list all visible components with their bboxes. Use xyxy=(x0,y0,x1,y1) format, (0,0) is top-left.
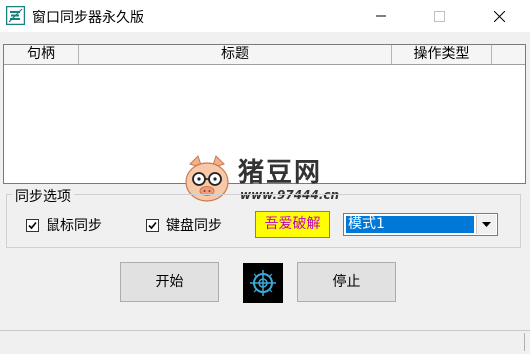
crosshair-icon xyxy=(250,270,276,296)
checkbox-box[interactable] xyxy=(26,218,39,232)
minimize-icon xyxy=(376,15,386,17)
dropdown-button[interactable] xyxy=(476,215,496,234)
close-button[interactable] xyxy=(476,0,522,32)
mouse-sync-checkbox[interactable]: 鼠标同步 xyxy=(26,217,102,234)
title-bar: 窗口同步器永久版 xyxy=(0,0,530,32)
mode-select[interactable]: 模式1 xyxy=(343,213,498,236)
minimize-button[interactable] xyxy=(358,0,404,32)
crosshair-logo xyxy=(243,263,283,303)
list-header: 句柄 标题 操作类型 xyxy=(4,45,525,65)
stop-button[interactable]: 停止 xyxy=(297,262,396,302)
start-button[interactable]: 开始 xyxy=(120,262,219,302)
column-handle[interactable]: 句柄 xyxy=(4,45,79,64)
sync-options-label: 同步选项 xyxy=(12,186,74,206)
mouse-sync-label: 鼠标同步 xyxy=(46,218,102,234)
status-bar xyxy=(0,330,530,354)
watermark-name: 猪豆网 xyxy=(238,158,323,188)
window-title: 窗口同步器永久版 xyxy=(32,10,144,26)
column-title[interactable]: 标题 xyxy=(79,45,392,64)
mode-select-value: 模式1 xyxy=(346,216,474,233)
app-icon xyxy=(5,5,26,26)
crack-label: 吾爱破解 xyxy=(255,211,330,238)
keyboard-sync-checkbox[interactable]: 键盘同步 xyxy=(146,217,222,234)
close-icon xyxy=(493,10,505,22)
checkbox-box[interactable] xyxy=(146,218,159,232)
checkmark-icon xyxy=(28,221,37,229)
checkmark-icon xyxy=(148,221,157,229)
column-operation-type[interactable]: 操作类型 xyxy=(392,45,492,64)
maximize-icon xyxy=(433,10,445,22)
maximize-button xyxy=(416,0,462,32)
keyboard-sync-label: 键盘同步 xyxy=(166,218,222,234)
chevron-down-icon xyxy=(482,222,491,227)
status-bar-divider xyxy=(524,333,525,351)
